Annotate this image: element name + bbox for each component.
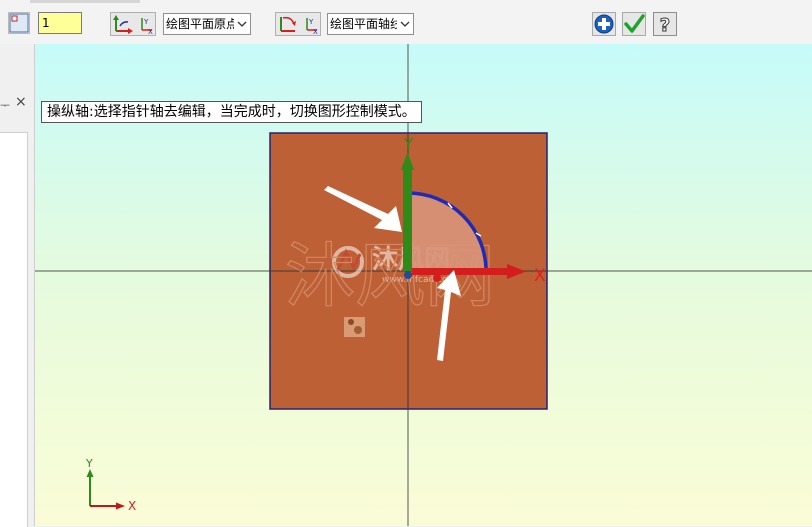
- layer-input[interactable]: 1: [38, 12, 82, 34]
- plane-glyph-icon: [344, 317, 365, 337]
- x-axis-handle[interactable]: [412, 268, 509, 275]
- feature-tree-area[interactable]: [0, 132, 28, 527]
- origin-knob[interactable]: [404, 271, 412, 279]
- question-icon: ?: [653, 12, 677, 37]
- plane-origin-icon: Y X: [110, 12, 156, 36]
- plane-axis-combo[interactable]: 绘图平面轴线: [327, 13, 414, 35]
- plane-origin-combo-value: 绘图平面原点: [166, 17, 234, 31]
- plane-origin-combo[interactable]: 绘图平面原点: [163, 13, 251, 35]
- view-triad: Y X: [85, 457, 136, 513]
- toolbar: 1 Y X 绘图平面原点 Y X 绘图平面轴线 ?: [0, 0, 812, 45]
- chevron-down-icon: [237, 21, 247, 27]
- chevron-down-icon: [400, 21, 410, 27]
- layer-button[interactable]: [8, 12, 30, 34]
- close-icon[interactable]: ×: [15, 94, 27, 110]
- x-axis-label: X: [534, 266, 546, 286]
- plane-axis-combo-value: 绘图平面轴线: [330, 17, 397, 31]
- add-button[interactable]: [592, 12, 616, 36]
- toolbar-tab-strip: [30, 0, 140, 3]
- hint-tooltip: 操纵轴:选择指针轴去编辑，当完成时，切换图形控制模式。: [41, 101, 422, 123]
- help-button[interactable]: ?: [653, 12, 677, 37]
- triad-x-label: X: [128, 499, 136, 513]
- layer-icon: [9, 13, 29, 33]
- svg-text:Y: Y: [143, 18, 149, 26]
- ok-button[interactable]: [622, 12, 646, 36]
- plus-circle-icon: [592, 12, 616, 36]
- checkmark-icon: [622, 12, 646, 36]
- svg-text:?: ?: [660, 15, 670, 36]
- svg-text:X: X: [313, 28, 318, 36]
- svg-text:X: X: [148, 28, 153, 36]
- triad-y-label: Y: [85, 457, 93, 470]
- plane-axis-button[interactable]: Y X: [275, 12, 321, 36]
- y-axis-handle[interactable]: [403, 168, 412, 271]
- y-axis-label: Y: [403, 135, 414, 153]
- svg-text:Y: Y: [308, 18, 314, 26]
- plane-origin-button[interactable]: Y X: [110, 12, 156, 36]
- plane-axis-icon: Y X: [275, 12, 321, 36]
- pin-icon[interactable]: ᅮ: [0, 97, 10, 113]
- x-axis-knob[interactable]: [433, 274, 441, 282]
